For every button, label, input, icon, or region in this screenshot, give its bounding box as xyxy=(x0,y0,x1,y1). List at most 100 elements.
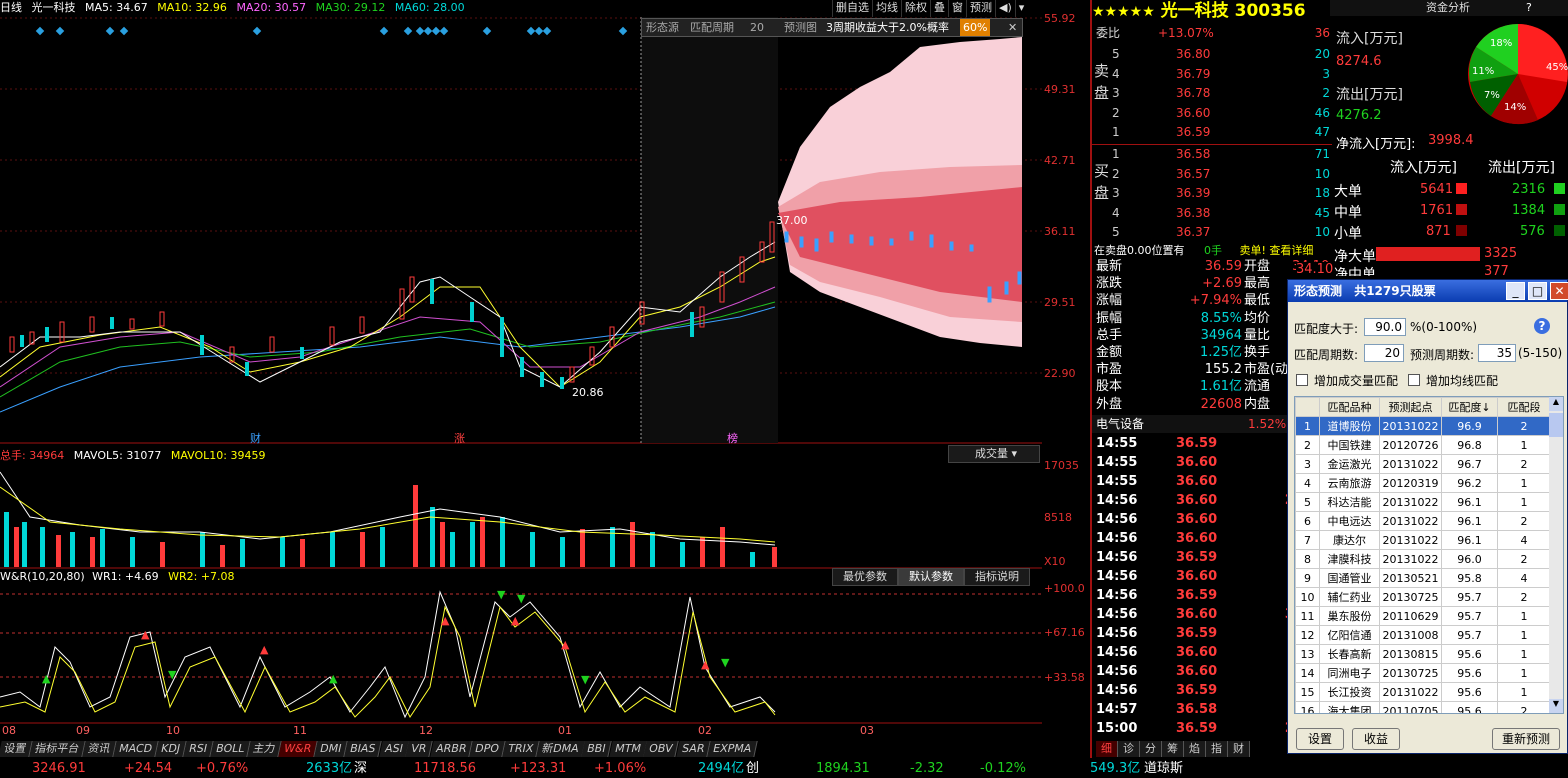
volume-match-checkbox[interactable] xyxy=(1296,374,1308,386)
settings-button[interactable]: 设置 xyxy=(1296,728,1344,750)
fund-analysis-title[interactable]: 资金分析 xyxy=(1426,0,1470,15)
book-notice-link[interactable]: 卖单! 查看详细 xyxy=(1240,244,1314,257)
tab-wr[interactable]: W&R xyxy=(278,741,318,757)
help-icon[interactable]: ? xyxy=(1526,0,1532,15)
table-row[interactable]: 5 科达洁能 20131022 96.1 1 xyxy=(1295,492,1551,512)
table-row[interactable]: 12 亿阳信通 20131008 95.7 1 xyxy=(1295,625,1551,645)
tab-news[interactable]: 资讯 xyxy=(82,741,117,757)
ma-match-checkbox[interactable] xyxy=(1408,374,1420,386)
tab-indicator-platform[interactable]: 指标平台 xyxy=(29,741,86,757)
indicator-help-button[interactable]: 指标说明 xyxy=(964,568,1030,586)
pattern-source-label[interactable]: 形态源 xyxy=(646,19,679,36)
tab-dpo[interactable]: DPO xyxy=(469,741,506,757)
tab-obv[interactable]: OBV xyxy=(643,741,680,757)
tab-vr[interactable]: VR xyxy=(405,741,434,757)
tab-trix[interactable]: TRIX xyxy=(502,741,540,757)
menu-dropdown-icon[interactable]: ▾ xyxy=(1014,0,1028,17)
tab-expma[interactable]: EXPMA xyxy=(707,741,759,757)
tab-flame[interactable]: 焰 xyxy=(1184,741,1206,757)
toolbar-window[interactable]: 窗 xyxy=(948,0,966,17)
col-header[interactable]: 匹配品种 xyxy=(1319,397,1380,417)
sell-level-row[interactable]: 3 36.78 2 xyxy=(1112,84,1332,104)
table-row[interactable]: 3 金运激光 20131022 96.7 2 xyxy=(1295,454,1551,474)
sell-level-row[interactable]: 2 36.60 46 xyxy=(1112,104,1332,124)
toolbar-remove-fav[interactable]: 删自选 xyxy=(832,0,872,17)
buy-level-row[interactable]: 2 36.57 10 xyxy=(1112,165,1332,185)
tab-dmi[interactable]: DMI xyxy=(314,741,349,757)
table-row[interactable]: 2 中国铁建 20120726 96.8 1 xyxy=(1295,435,1551,455)
table-row[interactable]: 6 中电远达 20131022 96.1 2 xyxy=(1295,511,1551,531)
re-forecast-button[interactable]: 重新预测 xyxy=(1492,728,1560,750)
tab-sar[interactable]: SAR xyxy=(676,741,711,757)
default-params-button[interactable]: 默认参数 xyxy=(898,568,964,586)
kline-chart[interactable] xyxy=(0,17,1042,741)
tab-bbi[interactable]: BBI xyxy=(581,741,613,757)
scroll-up-icon[interactable]: ▲ xyxy=(1549,397,1563,411)
tab-arbr[interactable]: ARBR xyxy=(429,741,473,757)
tab-index[interactable]: 指 xyxy=(1206,741,1228,757)
table-row[interactable]: 16 海大集团 20110705 95.6 2 xyxy=(1295,701,1551,713)
tab-mtm[interactable]: MTM xyxy=(609,741,648,757)
match-period-input[interactable]: 20 xyxy=(1364,344,1404,362)
best-params-button[interactable]: 最优参数 xyxy=(832,568,898,586)
toolbar-ma[interactable]: 均线 xyxy=(872,0,901,17)
col-header[interactable]: 匹配段 xyxy=(1497,397,1551,417)
table-row[interactable]: 15 长江投资 20131022 95.6 1 xyxy=(1295,682,1551,702)
match-threshold-input[interactable]: 90.0 xyxy=(1364,318,1406,336)
tab-boll[interactable]: BOLL xyxy=(210,741,251,757)
table-row[interactable]: 4 云南旅游 20120319 96.2 1 xyxy=(1295,473,1551,493)
toolbar-forecast[interactable]: 预测 xyxy=(966,0,995,17)
tab-new-dma[interactable]: 新DMA xyxy=(536,741,586,757)
table-row[interactable]: 7 康达尔 20131022 96.1 4 xyxy=(1295,530,1551,550)
event-bang-label[interactable]: 榜 xyxy=(727,430,738,446)
tab-diagnosis[interactable]: 诊 xyxy=(1118,741,1140,757)
table-row[interactable]: 14 同洲电子 20130725 95.6 1 xyxy=(1295,663,1551,683)
speaker-icon[interactable]: ◀) xyxy=(995,0,1015,17)
buy-level-row[interactable]: 5 36.37 10 xyxy=(1112,223,1332,243)
table-row[interactable]: 10 辅仁药业 20130725 95.7 2 xyxy=(1295,587,1551,607)
scroll-down-icon[interactable]: ▼ xyxy=(1549,699,1563,713)
tab-chips[interactable]: 筹 xyxy=(1162,741,1184,757)
tab-kdj[interactable]: KDJ xyxy=(155,741,187,757)
table-row[interactable]: 1 道博股份 20131022 96.9 2 xyxy=(1295,416,1551,436)
volume-select[interactable]: 成交量 ▾ xyxy=(948,445,1040,463)
tab-finance[interactable]: 财 xyxy=(1228,741,1250,757)
forecast-chart-label[interactable]: 预测图 xyxy=(784,19,817,36)
profit-button[interactable]: 收益 xyxy=(1352,728,1400,750)
scrollbar[interactable]: ▲ ▼ xyxy=(1549,397,1563,713)
close-icon[interactable]: ✕ xyxy=(1550,282,1568,300)
tab-detail[interactable]: 细 xyxy=(1096,741,1118,757)
tab-settings[interactable]: 设置 xyxy=(0,741,33,757)
signal-markers xyxy=(35,26,628,36)
tab-rsi[interactable]: RSI xyxy=(183,741,214,757)
match-results-list[interactable]: 匹配品种 预测起点 匹配度↓ 匹配段 1 道博股份 20131022 96.9 2 2 中国… xyxy=(1294,396,1564,714)
event-zhang-label[interactable]: 涨 xyxy=(454,430,465,446)
buy-level-row[interactable]: 4 36.38 45 xyxy=(1112,204,1332,224)
col-header[interactable]: 匹配度↓ xyxy=(1441,397,1498,417)
minimize-icon[interactable]: _ xyxy=(1506,282,1525,300)
toolbar-overlay[interactable]: 叠 xyxy=(930,0,948,17)
tab-main-force[interactable]: 主力 xyxy=(247,741,282,757)
forecast-period-input[interactable]: 35 xyxy=(1478,344,1516,362)
buy-level-row[interactable]: 1 36.58 71 xyxy=(1112,145,1332,165)
tab-macd[interactable]: MACD xyxy=(113,741,159,757)
maximize-icon[interactable]: □ xyxy=(1528,282,1547,300)
tab-bias[interactable]: BIAS xyxy=(344,741,383,757)
table-row[interactable]: 11 巢东股份 20110629 95.7 1 xyxy=(1295,606,1551,626)
sell-level-row[interactable]: 1 36.59 47 xyxy=(1112,123,1332,143)
table-row[interactable]: 8 津膜科技 20131022 96.0 2 xyxy=(1295,549,1551,569)
toolbar-exright[interactable]: 除权 xyxy=(901,0,930,17)
period-label[interactable]: 日线 xyxy=(0,1,22,14)
close-icon[interactable]: ✕ xyxy=(1008,19,1017,36)
table-row[interactable]: 9 国通管业 20130521 95.8 4 xyxy=(1295,568,1551,588)
sell-level-row[interactable]: 4 36.79 3 xyxy=(1112,65,1332,85)
col-header[interactable]: 预测起点 xyxy=(1379,397,1442,417)
help-icon[interactable]: ? xyxy=(1534,318,1550,334)
buy-level-row[interactable]: 3 36.39 18 xyxy=(1112,184,1332,204)
dialog-titlebar[interactable]: 形态预测 共1279只股票 xyxy=(1288,280,1567,302)
tab-minute[interactable]: 分 xyxy=(1140,741,1162,757)
table-row[interactable]: 13 长春高新 20130815 95.6 1 xyxy=(1295,644,1551,664)
scroll-thumb[interactable] xyxy=(1549,413,1563,437)
sell-level-row[interactable]: 5 36.80 20 xyxy=(1112,45,1332,65)
event-cai-label[interactable]: 财 xyxy=(250,430,261,446)
